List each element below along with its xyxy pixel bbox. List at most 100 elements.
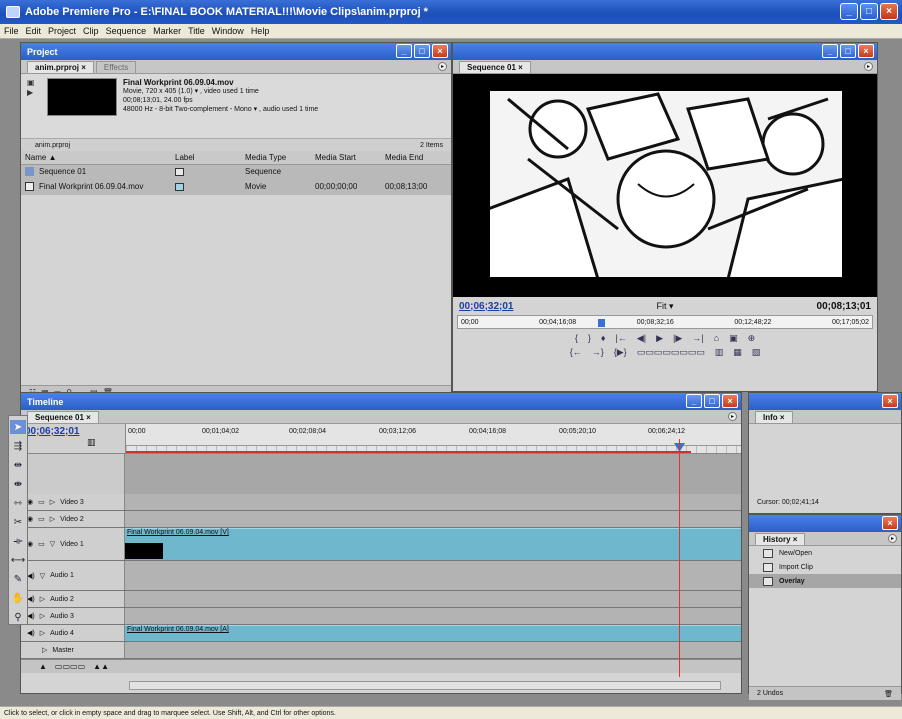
info-close-button[interactable]: × <box>882 394 898 408</box>
tab-effects[interactable]: Effects <box>95 61 137 73</box>
column-label[interactable]: Label <box>171 151 241 165</box>
monitor-minimize-button[interactable]: _ <box>822 44 838 58</box>
monitor-maximize-button[interactable]: □ <box>840 44 856 58</box>
safe-margins-icon[interactable]: {▶} <box>614 347 627 358</box>
track-content[interactable] <box>125 642 741 658</box>
timeline-titlebar[interactable]: Timeline _ □ × <box>21 393 741 410</box>
track-video-2[interactable]: ◉ ▭ ▷ Video 2 <box>21 511 741 528</box>
speaker-icon[interactable]: ◀) <box>27 572 35 580</box>
timeline-current-time[interactable]: 00;06;32;01 <box>25 426 121 437</box>
extract-icon[interactable]: ▣ <box>729 333 738 344</box>
track-master[interactable]: ▷ Master <box>21 642 741 659</box>
audio-clip[interactable]: Final Workprint 06.09.04.mov [A] <box>125 625 741 641</box>
column-media-end[interactable]: Media End <box>381 151 451 165</box>
history-close-button[interactable]: × <box>882 516 898 530</box>
lock-icon[interactable]: ▭ <box>38 540 45 548</box>
timeline-time-ruler[interactable]: 00;00 00;01;04;02 00;02;08;04 00;03;12;0… <box>125 424 741 453</box>
zoom-in-icon[interactable]: ▲▲ <box>93 662 109 671</box>
track-audio-1[interactable]: ◀) ▽ Audio 1 <box>21 561 741 591</box>
timeline-minimize-button[interactable]: _ <box>686 394 702 408</box>
rate-stretch-tool-icon[interactable]: ⇿ <box>10 496 26 510</box>
monitor-titlebar[interactable]: _ □ × <box>453 43 877 60</box>
close-button[interactable]: × <box>880 3 898 20</box>
project-maximize-button[interactable]: □ <box>414 44 430 58</box>
track-select-tool-icon[interactable]: ⇶ <box>10 439 26 453</box>
output-icon[interactable]: ▥ <box>715 347 724 358</box>
play-icon[interactable]: ▶ <box>656 333 663 344</box>
track-content[interactable]: Final Workprint 06.09.04.mov [V] <box>125 528 741 560</box>
loop-icon[interactable]: →} <box>592 347 604 358</box>
track-content[interactable] <box>125 608 741 624</box>
rolling-edit-tool-icon[interactable]: ⇼ <box>10 477 26 491</box>
lift-icon[interactable]: ⌂ <box>714 333 719 344</box>
video-clip[interactable]: Final Workprint 06.09.04.mov [V] <box>125 528 741 560</box>
column-name[interactable]: Name ▲ <box>21 151 171 165</box>
panel-menu-icon[interactable]: ▸ <box>864 62 873 71</box>
history-item[interactable]: Import Clip <box>749 560 901 574</box>
jog-shuttle[interactable]: ▭▭▭▭▭▭▭▭ <box>637 347 705 358</box>
menu-window[interactable]: Window <box>212 26 244 36</box>
panel-menu-icon[interactable]: ▸ <box>438 62 447 71</box>
minimize-button[interactable]: _ <box>840 3 858 20</box>
track-content[interactable] <box>125 561 741 590</box>
tab-anim-prproj[interactable]: anim.prproj × <box>27 61 94 73</box>
mark-out-icon[interactable]: } <box>588 333 591 344</box>
ripple-edit-tool-icon[interactable]: ⇹ <box>10 458 26 472</box>
info-titlebar[interactable]: × <box>749 393 901 410</box>
tab-info[interactable]: Info × <box>755 411 793 423</box>
timeline-horizontal-scrollbar[interactable] <box>129 681 721 690</box>
track-content[interactable]: Final Workprint 06.09.04.mov [A] <box>125 625 741 641</box>
slide-tool-icon[interactable]: ⟷ <box>10 553 26 567</box>
project-minimize-button[interactable]: _ <box>396 44 412 58</box>
trim-icon[interactable]: ⊕ <box>748 333 756 344</box>
speaker-icon[interactable]: ◀) <box>27 629 35 637</box>
column-media-type[interactable]: Media Type <box>241 151 311 165</box>
monitor-close-button[interactable]: × <box>858 44 874 58</box>
tab-sequence-01[interactable]: Sequence 01 × <box>459 61 531 73</box>
lift-edit-icon[interactable]: ▦ <box>733 347 742 358</box>
lock-icon[interactable]: ▭ <box>38 515 45 523</box>
hand-tool-icon[interactable]: ✋ <box>10 591 26 605</box>
selection-tool-icon[interactable]: ➤ <box>10 420 26 434</box>
menu-sequence[interactable]: Sequence <box>106 26 147 36</box>
poster-frame-controls[interactable]: ▣ ▶ <box>27 78 37 134</box>
slip-tool-icon[interactable]: ⟛ <box>10 534 26 548</box>
menu-clip[interactable]: Clip <box>83 26 99 36</box>
menu-file[interactable]: File <box>4 26 19 36</box>
track-video-1[interactable]: ◉ ▭ ▽ Video 1 Final Workprint 06.09.04.mov … <box>21 528 741 561</box>
project-close-button[interactable]: × <box>432 44 448 58</box>
table-row[interactable]: Sequence 01 Sequence <box>21 164 451 180</box>
zoom-slider[interactable]: ▭▭▭▭ <box>55 662 85 671</box>
project-panel-titlebar[interactable]: Project _ □ × <box>21 43 451 60</box>
zoom-out-icon[interactable]: ▲ <box>39 662 47 671</box>
pen-tool-icon[interactable]: ✎ <box>10 572 26 586</box>
tab-history[interactable]: History × <box>755 533 806 545</box>
tab-sequence-01[interactable]: Sequence 01 × <box>27 411 99 423</box>
panel-menu-icon[interactable]: ▸ <box>888 534 897 543</box>
track-audio-2[interactable]: ◀) ▷ Audio 2 <box>21 591 741 608</box>
monitor-playhead-icon[interactable] <box>598 319 605 327</box>
set-marker-icon[interactable]: ♦ <box>601 333 606 344</box>
speaker-icon[interactable]: ◀) <box>27 595 35 603</box>
monitor-time-ruler[interactable]: 00;00 00;04;16;08 00;08;32;16 00;12;48;2… <box>457 315 873 329</box>
maximize-button[interactable]: □ <box>860 3 878 20</box>
track-audio-3[interactable]: ◀) ▷ Audio 3 <box>21 608 741 625</box>
timeline-maximize-button[interactable]: □ <box>704 394 720 408</box>
monitor-current-time[interactable]: 00;06;32;01 <box>459 301 513 312</box>
panel-menu-icon[interactable]: ▸ <box>728 412 737 421</box>
track-content[interactable] <box>125 494 741 510</box>
go-to-out-icon[interactable]: →| <box>692 333 703 344</box>
mark-in-icon[interactable]: { <box>575 333 578 344</box>
go-to-in-icon[interactable]: |← <box>615 333 626 344</box>
delete-history-icon[interactable]: 🗑 <box>884 690 893 698</box>
work-area-bar[interactable] <box>126 451 691 453</box>
speaker-icon[interactable]: ◀) <box>27 612 35 620</box>
menu-help[interactable]: Help <box>251 26 270 36</box>
track-audio-4[interactable]: ◀) ▷ Audio 4 Final Workprint 06.09.04.mov … <box>21 625 741 642</box>
history-item[interactable]: New/Open <box>749 546 901 560</box>
menu-edit[interactable]: Edit <box>26 26 42 36</box>
table-row[interactable]: Final Workprint 06.09.04.mov Movie 00;00… <box>21 179 451 195</box>
timeline-close-button[interactable]: × <box>722 394 738 408</box>
track-video-3[interactable]: ◉ ▭ ▷ Video 3 <box>21 494 741 511</box>
step-forward-icon[interactable]: |▶ <box>673 333 682 344</box>
